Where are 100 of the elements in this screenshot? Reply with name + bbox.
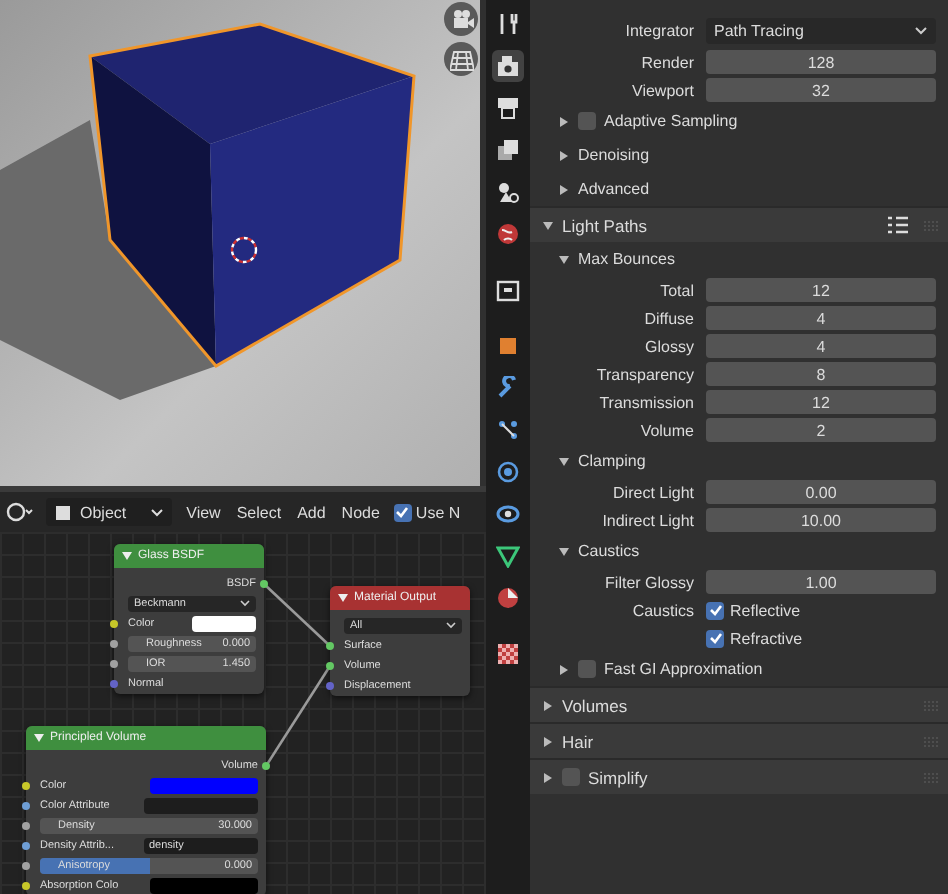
texture-tab-icon[interactable] [492, 638, 524, 670]
property-label: Filter Glossy [603, 573, 696, 591]
menu-item[interactable]: Add [295, 503, 328, 521]
subpanel-title[interactable]: Adaptive Sampling [604, 112, 738, 130]
grid-button[interactable] [444, 42, 478, 76]
material-tab-icon[interactable] [492, 582, 524, 614]
expand-icon[interactable] [542, 771, 554, 783]
checkbox-label: Use N [415, 503, 461, 521]
property-label: Transmission [597, 393, 696, 411]
checkbox[interactable] [706, 601, 724, 619]
output-tab-icon[interactable] [492, 92, 524, 124]
editor-type-button[interactable] [6, 502, 34, 522]
property-label: Viewport [630, 81, 696, 99]
text-field[interactable] [143, 798, 258, 814]
number-field[interactable]: 4 [706, 334, 936, 358]
collapse-icon[interactable] [338, 594, 348, 602]
collapse-icon[interactable] [34, 734, 44, 742]
use-nodes-checkbox[interactable] [393, 503, 412, 521]
property-label: Diffuse [642, 309, 696, 327]
expand-icon[interactable] [542, 699, 554, 711]
expand-icon[interactable] [558, 455, 570, 467]
expand-icon[interactable] [542, 735, 554, 747]
expand-icon[interactable] [558, 253, 570, 265]
square-icon [54, 503, 72, 521]
socket-dot[interactable] [110, 640, 118, 648]
caret-icon [150, 507, 165, 517]
menu-item[interactable]: Node [339, 503, 382, 521]
socket-dot[interactable] [22, 862, 30, 870]
expand-icon[interactable] [558, 183, 570, 195]
number-field[interactable]: 8 [706, 362, 936, 386]
checkbox[interactable] [578, 660, 596, 678]
caret-icon [446, 622, 456, 630]
property-label: Direct Light [611, 483, 696, 501]
socket-dot[interactable] [326, 662, 334, 670]
menu-item[interactable]: View [184, 503, 223, 521]
view-layer-tab-icon[interactable] [492, 134, 524, 166]
property-label: Render [639, 53, 696, 71]
socket-dot[interactable] [326, 642, 334, 650]
checkbox[interactable] [562, 768, 580, 786]
node-link [263, 583, 331, 647]
integrator-dropdown[interactable]: Path Tracing [706, 17, 936, 43]
socket-dot[interactable] [110, 660, 118, 668]
expand-icon[interactable] [558, 545, 570, 557]
collapse-icon[interactable] [122, 552, 132, 560]
subpanel-title[interactable]: Denoising [578, 146, 650, 164]
cursor-icon [230, 236, 258, 264]
grid-icon [449, 47, 473, 71]
world-tab-icon[interactable] [492, 218, 524, 250]
property-label: Volume [638, 421, 696, 439]
number-field[interactable]: 12 [706, 390, 936, 414]
number-field[interactable]: 1.00 [706, 570, 936, 594]
checkbox-label: Reflective [730, 601, 801, 619]
subpanel-title[interactable]: Clamping [578, 452, 646, 470]
number-field[interactable]: 10.00 [706, 508, 936, 532]
color-swatch[interactable] [192, 616, 256, 632]
socket-dot[interactable] [22, 882, 30, 890]
caret-icon [240, 600, 250, 608]
color-swatch[interactable] [149, 778, 258, 794]
number-field[interactable]: 128 [706, 50, 936, 74]
number-field[interactable]: 0.00 [706, 480, 936, 504]
subpanel-title[interactable]: Advanced [578, 180, 650, 198]
property-label: Transparency [594, 365, 696, 383]
socket-dot[interactable] [260, 580, 268, 588]
camera-button[interactable] [444, 2, 478, 36]
checkbox[interactable] [706, 629, 724, 647]
physics-tab-icon[interactable] [492, 456, 524, 488]
subpanel-title[interactable]: Caustics [578, 542, 640, 560]
list-icon[interactable] [888, 216, 908, 234]
expand-icon[interactable] [558, 663, 570, 675]
property-label: Total [658, 281, 696, 299]
socket-dot[interactable] [326, 682, 334, 690]
number-field[interactable]: 2 [706, 418, 936, 442]
property-label: Integrator [623, 21, 696, 39]
expand-icon[interactable] [558, 149, 570, 161]
number-field[interactable]: 4 [706, 306, 936, 330]
menu-item[interactable]: Select [234, 503, 284, 521]
checkbox[interactable] [578, 112, 596, 130]
socket-dot[interactable] [22, 842, 30, 850]
socket-dot[interactable] [22, 782, 30, 790]
subpanel-title[interactable]: Max Bounces [578, 250, 675, 268]
socket-dot[interactable] [110, 620, 118, 628]
property-label: Caustics [630, 601, 696, 619]
socket-dot[interactable] [22, 822, 30, 830]
node-link [264, 665, 332, 767]
color-swatch[interactable] [149, 878, 258, 894]
caret-icon [914, 25, 928, 35]
property-label: Indirect Light [600, 511, 696, 529]
render-tab-icon[interactable] [492, 50, 524, 82]
socket-dot[interactable] [110, 680, 118, 688]
expand-icon[interactable] [558, 115, 570, 127]
number-field[interactable]: 32 [706, 78, 936, 102]
checkbox-label: Refractive [730, 629, 803, 647]
camera-icon [449, 7, 473, 31]
subpanel-title[interactable]: Fast GI Approximation [604, 660, 763, 678]
number-field[interactable]: 12 [706, 278, 936, 302]
object-dropdown[interactable]: Object [46, 498, 173, 526]
circle-icon [6, 502, 34, 522]
socket-dot[interactable] [22, 802, 30, 810]
socket-dot[interactable] [262, 762, 270, 770]
expand-icon[interactable] [542, 219, 554, 231]
